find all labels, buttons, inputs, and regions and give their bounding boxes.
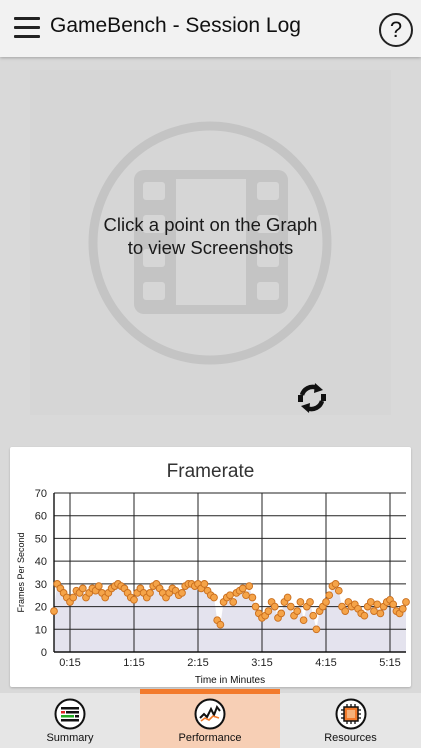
framerate-chart[interactable]: 0 10 20 30 40 50 60 70 0:15 1:15 2:15 3:15 4:15 5:15 T…	[10, 447, 411, 687]
screenshot-hint: Click a point on the Graph to view Scree…	[30, 213, 391, 259]
data-point	[331, 580, 340, 588]
y-tick-label: 40	[35, 556, 47, 568]
data-point	[251, 602, 260, 611]
data-point	[306, 598, 314, 606]
data-point	[245, 582, 254, 590]
y-tick-label: 30	[35, 579, 47, 591]
hint-line-1: Click a point on the Graph	[103, 214, 318, 235]
x-tick-label: 0:15	[59, 657, 80, 669]
y-tick-label: 60	[35, 511, 47, 523]
data-point	[360, 611, 369, 620]
data-point	[283, 593, 292, 602]
x-tick-label: 1:15	[123, 657, 144, 669]
y-tick-label: 50	[35, 533, 47, 545]
tab-performance[interactable]: Performance	[140, 689, 280, 748]
x-tick-label: 3:15	[251, 657, 272, 669]
data-point	[373, 600, 382, 609]
tab-summary[interactable]: Summary	[0, 693, 140, 748]
hamburger-menu-icon[interactable]	[14, 17, 40, 39]
data-point	[370, 607, 378, 615]
data-point	[366, 598, 375, 606]
data-point	[216, 620, 225, 629]
tab-resources[interactable]: Resources	[280, 693, 421, 748]
data-point	[242, 591, 250, 600]
data-point	[398, 604, 407, 613]
data-point	[226, 591, 234, 600]
screenshot-panel[interactable]: Click a point on the Graph to view Scree…	[30, 70, 391, 415]
data-point	[293, 607, 302, 615]
summary-icon	[54, 698, 86, 730]
hint-line-2: to view Screenshots	[127, 237, 294, 258]
data-point	[376, 609, 385, 618]
x-tick-label: 5:15	[379, 657, 400, 669]
data-point	[309, 611, 318, 620]
x-tick-label: 4:15	[315, 657, 336, 669]
data-point	[296, 598, 305, 606]
data-point	[200, 580, 209, 588]
data-point	[286, 602, 295, 611]
data-point	[50, 607, 58, 615]
y-tick-label: 70	[35, 488, 47, 500]
data-point	[94, 582, 103, 590]
data-point	[229, 598, 238, 606]
resources-icon	[335, 698, 366, 730]
data-point	[402, 598, 410, 606]
help-button[interactable]: ?	[379, 13, 413, 47]
data-point	[78, 584, 87, 593]
app-bar: GameBench - Session Log ?	[0, 0, 421, 57]
tab-performance-label: Performance	[178, 732, 242, 744]
data-point	[334, 586, 343, 595]
refresh-icon[interactable]	[296, 382, 328, 414]
data-point	[210, 593, 218, 602]
x-tick-label: 2:15	[187, 657, 208, 669]
data-point	[270, 602, 279, 611]
data-point	[322, 598, 330, 606]
data-point	[325, 591, 334, 600]
data-point	[312, 625, 321, 634]
y-tick-label: 0	[41, 647, 47, 659]
performance-icon	[194, 698, 226, 730]
data-point	[69, 593, 78, 602]
data-point	[130, 595, 138, 604]
active-tab-indicator	[140, 689, 280, 694]
data-point	[178, 589, 186, 597]
y-tick-label: 10	[35, 624, 47, 636]
data-point	[341, 607, 350, 615]
tab-summary-label: Summary	[46, 732, 94, 744]
data-point	[389, 600, 398, 609]
tab-resources-label: Resources	[324, 732, 377, 744]
data-point	[277, 609, 286, 618]
data-point	[248, 593, 257, 602]
x-axis-label: Time in Minutes	[195, 675, 265, 686]
data-point	[146, 589, 154, 597]
y-axis-label: Frames Per Second	[16, 532, 26, 612]
data-point	[264, 607, 273, 615]
page-title: GameBench - Session Log	[50, 14, 301, 37]
data-point	[238, 584, 247, 593]
y-tick-label: 20	[35, 602, 47, 614]
bottom-nav: Summary Performance Resources	[0, 689, 421, 748]
framerate-chart-card: Framerate 0 10 20 30 40 50 60 70 0:15 1:15 2:15 3:1…	[10, 447, 411, 687]
data-point	[299, 616, 308, 625]
